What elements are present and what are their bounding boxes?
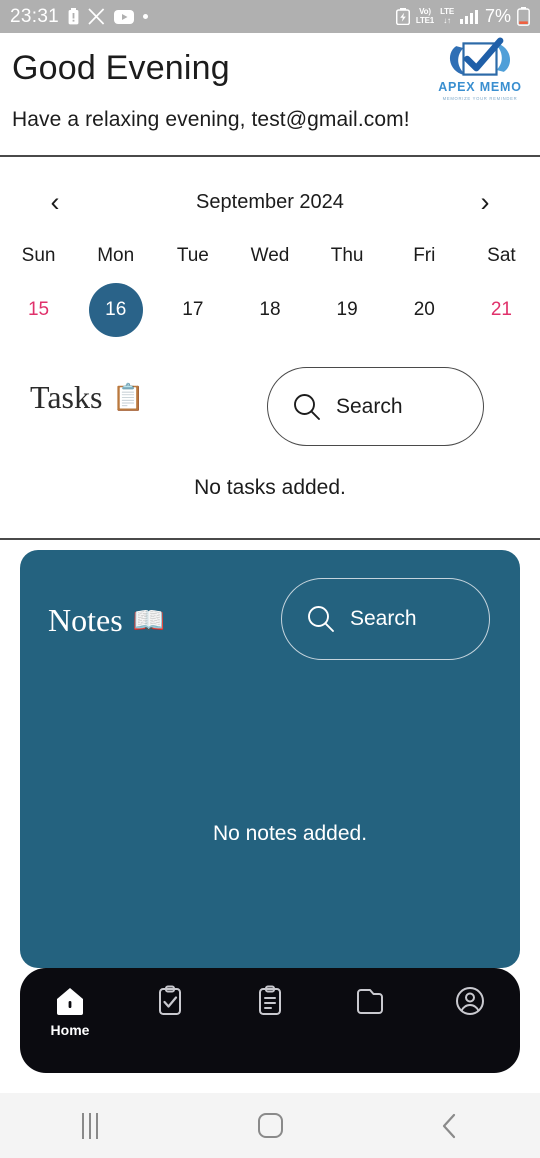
volte-icon: Vo) LTE1 — [415, 7, 435, 25]
tasks-empty-message: No tasks added. — [194, 476, 346, 499]
calendar-date-cell[interactable]: 18 — [231, 283, 308, 337]
open-book-emoji-icon: 📖 — [132, 605, 166, 636]
youtube-icon — [114, 9, 135, 24]
greeting-subtitle: Have a relaxing evening, test@gmail.com! — [12, 108, 410, 131]
tasks-section: Tasks 📋 Search No tasks added. — [0, 347, 540, 538]
status-bar-left: 23:31 — [10, 5, 149, 28]
apex-memo-logo-icon — [449, 37, 511, 76]
calendar-dow: Thu — [330, 245, 364, 266]
calendar-date-cell[interactable]: 20 — [386, 283, 463, 337]
notes-title-label: Notes — [48, 602, 123, 638]
greeting-title: Good Evening — [12, 49, 230, 87]
clipboard-list-icon — [259, 985, 281, 1015]
app-logo: APEX MEMO MEMORIZE YOUR REMINDER — [428, 37, 532, 109]
week-calendar: ‹ September 2024 › Sun Mon Tue Wed Thu F… — [0, 157, 540, 347]
system-recents-button[interactable] — [45, 1106, 135, 1146]
notes-search-label: Search — [350, 607, 417, 630]
nav-item-account[interactable] — [428, 984, 512, 1022]
tasks-title: Tasks 📋 — [30, 379, 145, 416]
calendar-date-cell[interactable]: 15 — [0, 283, 77, 337]
app-screen: 23:31 Vo) LTE1 LTE ↓↑ 7% Good Evening Ha… — [0, 0, 540, 1158]
nav-item-tasks[interactable] — [128, 984, 212, 1022]
lte-data-icon: LTE ↓↑ — [440, 7, 454, 25]
battery-percent-label: 7% — [484, 6, 511, 26]
calendar-date[interactable]: 20 — [397, 283, 451, 337]
battery-alert-icon — [68, 8, 79, 25]
status-bar-clock: 23:31 — [10, 5, 60, 27]
home-square-icon — [257, 1113, 283, 1138]
notes-empty-message: No notes added. — [212, 822, 368, 845]
calendar-date[interactable]: 18 — [243, 283, 297, 337]
page-header: Good Evening Have a relaxing evening, te… — [0, 33, 540, 155]
battery-icon — [517, 7, 530, 26]
tasks-header-row: Tasks 📋 Search — [0, 357, 540, 447]
signal-bars-icon — [459, 9, 479, 24]
clipboard-check-icon — [159, 985, 181, 1015]
android-system-nav — [0, 1093, 540, 1158]
logo-name-label: APEX MEMO — [438, 80, 522, 94]
calendar-day-names-row: Sun Mon Tue Wed Thu Fri Sat 15 16 17 18 … — [0, 245, 540, 337]
x-twitter-icon — [88, 8, 105, 25]
back-chevron-icon — [442, 1113, 456, 1138]
calendar-dow: Mon — [97, 245, 135, 266]
tasks-search-input[interactable]: Search — [267, 367, 484, 446]
calendar-header: ‹ September 2024 › — [0, 182, 540, 222]
notification-dot-icon — [143, 14, 149, 19]
battery-saver-icon — [395, 8, 410, 25]
calendar-dow: Fri — [413, 245, 436, 266]
calendar-prev-button[interactable]: ‹ — [40, 188, 70, 216]
calendar-dow: Tue — [176, 245, 209, 266]
nav-item-home[interactable]: Home — [28, 984, 112, 1038]
nav-home-label: Home — [50, 1022, 90, 1038]
system-home-button[interactable] — [225, 1106, 315, 1146]
calendar-date[interactable]: 15 — [12, 283, 66, 337]
calendar-date[interactable]: 19 — [320, 283, 374, 337]
calendar-date[interactable]: 17 — [166, 283, 220, 337]
calendar-date-cell[interactable]: 21 — [463, 283, 540, 337]
recents-icon — [81, 1112, 99, 1139]
tasks-title-label: Tasks — [30, 379, 103, 415]
notes-search-input[interactable]: Search — [281, 578, 490, 660]
tasks-search-label: Search — [336, 394, 403, 418]
status-bar-right: Vo) LTE1 LTE ↓↑ 7% — [395, 6, 530, 27]
nav-item-notes[interactable] — [228, 984, 312, 1022]
account-circle-icon — [456, 987, 484, 1015]
calendar-date-cell[interactable]: 16 — [77, 283, 154, 337]
clipboard-emoji-icon: 📋 — [112, 382, 145, 413]
notes-title: Notes 📖 — [48, 602, 165, 639]
system-status-bar: 23:31 Vo) LTE1 LTE ↓↑ 7% — [0, 0, 540, 33]
calendar-date-cell[interactable]: 17 — [154, 283, 231, 337]
tasks-notes-divider — [0, 538, 540, 540]
calendar-dow: Sat — [487, 245, 516, 266]
nav-item-folder[interactable] — [328, 984, 412, 1022]
search-icon — [292, 392, 322, 422]
search-icon — [306, 604, 336, 634]
calendar-dow: Sun — [21, 245, 56, 266]
calendar-date-cell[interactable]: 19 — [309, 283, 386, 337]
notes-section: Notes 📖 Search No notes added. — [20, 550, 520, 968]
bottom-navigation-bar: Home — [20, 968, 520, 1073]
calendar-date[interactable]: 21 — [474, 283, 528, 337]
calendar-date-selected[interactable]: 16 — [88, 283, 143, 337]
calendar-next-button[interactable]: › — [470, 188, 500, 216]
logo-tagline-label: MEMORIZE YOUR REMINDER — [442, 96, 518, 101]
calendar-month-label: September 2024 — [196, 190, 344, 213]
calendar-dow: Wed — [250, 245, 290, 266]
folder-icon — [357, 989, 383, 1014]
system-back-button[interactable] — [405, 1106, 495, 1146]
home-icon — [57, 988, 83, 1015]
